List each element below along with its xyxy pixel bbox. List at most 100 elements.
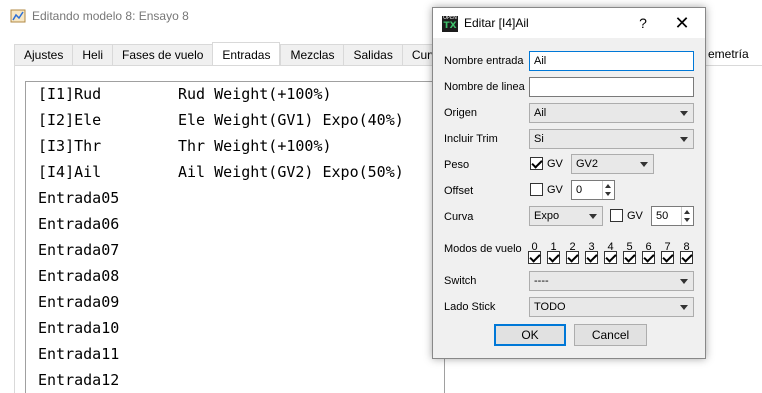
input-name: [I3]Thr	[38, 137, 102, 155]
weight-gv-label: GV	[547, 158, 563, 170]
chevron-down-icon	[680, 305, 688, 310]
source-select[interactable]: Ail	[529, 103, 694, 123]
include-trim-select[interactable]: Si	[529, 129, 694, 149]
list-item[interactable]: Entrada08	[38, 264, 178, 288]
flight-mode-3-checkbox[interactable]	[585, 251, 598, 264]
tab-telemetria[interactable]: emetría	[704, 44, 753, 66]
curve-gv-label: GV	[627, 210, 643, 222]
input-name: [I2]Ele	[38, 111, 102, 129]
list-item[interactable]: Entrada06	[38, 212, 178, 236]
list-item[interactable]: Entrada10	[38, 316, 178, 340]
offset-gv-label: GV	[547, 184, 563, 196]
input-name: Entrada06	[38, 215, 120, 233]
tab-bar: Ajustes Heli Fases de vuelo Entradas Mez…	[14, 42, 454, 66]
input-name: Entrada11	[38, 345, 120, 363]
list-item[interactable]: Entrada12	[38, 368, 178, 392]
line-name-label: Nombre de linea	[444, 81, 525, 93]
close-button[interactable]: ✕	[671, 12, 693, 34]
weight-select[interactable]: GV2	[571, 154, 654, 174]
tab-entradas[interactable]: Entradas	[212, 42, 281, 66]
help-button[interactable]: ?	[633, 12, 653, 34]
input-name-label: Nombre entrada	[444, 55, 524, 67]
flight-mode-4-checkbox[interactable]	[604, 251, 617, 264]
input-line: Ail Weight(GV2) Expo(50%)	[178, 163, 404, 181]
input-name-field[interactable]: Ail	[529, 51, 694, 71]
spin-down-icon[interactable]	[605, 192, 611, 196]
window-title: Editando modelo 8: Ensayo 8	[32, 9, 189, 23]
model-edit-icon	[10, 9, 26, 23]
offset-spinbox[interactable]: 0	[571, 180, 615, 200]
weight-label: Peso	[444, 159, 470, 171]
curve-type-value: Expo	[534, 210, 560, 222]
edit-input-dialog: OPEN TX Editar [I4]Ail ? ✕ Nombre entrada…	[432, 7, 706, 359]
list-item[interactable]: Entrada05	[38, 186, 178, 210]
list-item[interactable]: Entrada11	[38, 342, 178, 366]
spin-up-icon[interactable]	[684, 210, 690, 214]
offset-value: 0	[576, 184, 583, 196]
list-item[interactable]: [I2]Ele Ele Weight(GV1) Expo(40%)	[38, 108, 404, 132]
chevron-down-icon	[680, 111, 688, 116]
curve-label: Curva	[444, 211, 474, 223]
stick-side-select[interactable]: TODO	[529, 297, 694, 317]
input-name: [I1]Rud	[38, 85, 102, 103]
chevron-down-icon	[680, 137, 688, 142]
switch-select[interactable]: ----	[529, 271, 694, 291]
tab-heli[interactable]: Heli	[72, 44, 113, 66]
cancel-button[interactable]: Cancel	[574, 324, 647, 346]
chevron-down-icon	[680, 279, 688, 284]
offset-label: Offset	[444, 185, 474, 197]
dialog-title: Editar [I4]Ail	[464, 16, 529, 30]
input-name: Entrada08	[38, 267, 120, 285]
list-item[interactable]: [I1]Rud Rud Weight(+100%)	[38, 82, 332, 106]
stick-side-label: Lado Stick	[444, 301, 496, 313]
include-trim-label: Incluir Trim	[444, 133, 498, 145]
input-line: Ele Weight(GV1) Expo(40%)	[178, 111, 404, 129]
flight-modes-label: Modos de vuelo	[444, 243, 522, 255]
list-item[interactable]: Entrada07	[38, 238, 178, 262]
spin-buttons[interactable]	[602, 181, 614, 199]
flight-mode-1-checkbox[interactable]	[547, 251, 560, 264]
offset-gv-checkbox[interactable]	[530, 183, 543, 196]
flight-mode-5-checkbox[interactable]	[623, 251, 636, 264]
flight-mode-8-checkbox[interactable]	[680, 251, 693, 264]
list-item[interactable]: [I4]Ail Ail Weight(GV2) Expo(50%)	[38, 160, 404, 184]
tab-salidas[interactable]: Salidas	[343, 44, 402, 66]
spin-up-icon[interactable]	[605, 184, 611, 188]
ok-button[interactable]: OK	[494, 324, 566, 346]
curve-type-select[interactable]: Expo	[529, 206, 603, 226]
curve-value-spinbox[interactable]: 50	[651, 206, 694, 226]
flight-mode-7-checkbox[interactable]	[661, 251, 674, 264]
switch-value: ----	[534, 275, 549, 287]
switch-label: Switch	[444, 275, 477, 287]
curve-gv-checkbox[interactable]	[610, 209, 623, 222]
list-item[interactable]: [I3]Thr Thr Weight(+100%)	[38, 134, 332, 158]
flight-mode-0-checkbox[interactable]	[528, 251, 541, 264]
tab-fases-de-vuelo[interactable]: Fases de vuelo	[112, 44, 213, 66]
stick-side-value: TODO	[534, 301, 566, 313]
curve-value: 50	[656, 210, 669, 222]
input-name: Entrada12	[38, 371, 120, 389]
spin-buttons[interactable]	[681, 207, 693, 225]
input-line: Rud Weight(+100%)	[178, 85, 332, 103]
line-name-field[interactable]	[529, 77, 694, 97]
source-value: Ail	[534, 107, 547, 119]
flight-mode-6-checkbox[interactable]	[642, 251, 655, 264]
input-name: Entrada09	[38, 293, 120, 311]
input-name: Entrada10	[38, 319, 120, 337]
include-trim-value: Si	[534, 133, 544, 145]
dialog-title-bar: OPEN TX Editar [I4]Ail ? ✕	[433, 8, 705, 38]
chevron-down-icon	[589, 214, 597, 219]
list-item[interactable]: Entrada09	[38, 290, 178, 314]
weight-gv-checkbox[interactable]	[530, 157, 543, 170]
source-label: Origen	[444, 107, 478, 119]
tab-mezclas[interactable]: Mezclas	[280, 44, 344, 66]
tab-ajustes[interactable]: Ajustes	[14, 44, 73, 66]
input-name: Entrada05	[38, 189, 120, 207]
spin-down-icon[interactable]	[684, 218, 690, 222]
inputs-list[interactable]: [I1]Rud Rud Weight(+100%) [I2]Ele Ele Weig…	[25, 81, 445, 393]
opentx-logo-icon: OPEN TX	[442, 15, 458, 32]
flight-mode-2-checkbox[interactable]	[566, 251, 579, 264]
weight-value: GV2	[576, 158, 599, 170]
input-name: [I4]Ail	[38, 163, 102, 181]
input-name: Entrada07	[38, 241, 120, 259]
